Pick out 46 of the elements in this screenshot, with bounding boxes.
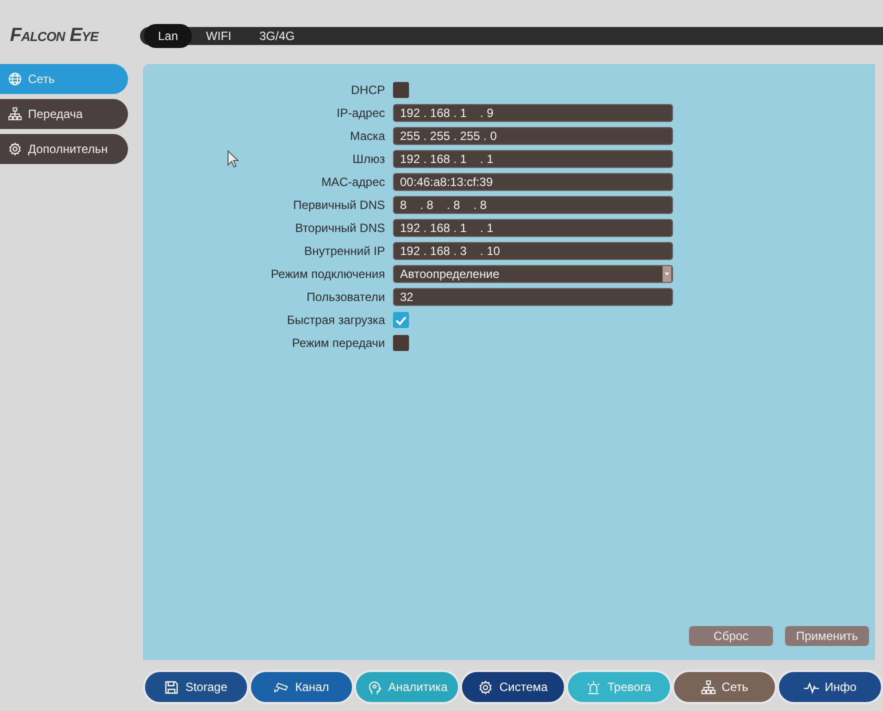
field-label: Шлюз — [352, 152, 385, 166]
tab[interactable]: Lan — [144, 24, 192, 48]
globe-icon — [8, 72, 22, 86]
input-field[interactable]: 192 . 168 . 1 . 1 — [393, 218, 673, 236]
nav-tab[interactable]: Инфо — [777, 670, 883, 704]
input-field[interactable]: 192 . 168 . 1 . 9 — [393, 104, 673, 122]
nav-tab[interactable]: Система — [460, 670, 566, 704]
dropdown[interactable]: Автоопределение — [393, 264, 673, 282]
field-label: Пользователи — [306, 290, 385, 304]
gear-icon — [8, 142, 22, 156]
alarm-lamp-icon — [586, 680, 602, 694]
nav-tab[interactable]: Сеть — [672, 670, 778, 704]
input-field[interactable]: 192 . 168 . 3 . 10 — [393, 242, 673, 260]
input-field[interactable]: 32 — [393, 288, 673, 306]
reset-button[interactable]: Сброс — [689, 626, 773, 646]
field-label: Быстрая загрузка — [287, 312, 385, 326]
field-label: Вторичный DNS — [295, 220, 385, 234]
pulse-icon — [804, 680, 819, 694]
input-field[interactable]: 255 . 255 . 255 . 0 — [393, 126, 673, 144]
field-label: Режим передачи — [292, 336, 385, 350]
nav-tab[interactable]: Storage — [143, 670, 249, 704]
input-field[interactable]: 8 . 8 . 8 . 8 — [393, 196, 673, 214]
gear-icon — [478, 680, 494, 694]
network-icon — [700, 680, 716, 694]
field-label: MAC-адрес — [321, 174, 385, 188]
mouse-pointer-icon — [227, 150, 239, 168]
field-label: Первичный DNS — [293, 198, 385, 212]
field-label: Внутренний IP — [304, 244, 385, 258]
field-label: Режим подключения — [270, 266, 385, 280]
nav-tab[interactable]: Канал — [248, 670, 354, 704]
checkbox[interactable] — [393, 312, 409, 328]
checkbox[interactable] — [393, 334, 409, 350]
input-field[interactable]: 192 . 168 . 1 . 1 — [393, 150, 673, 168]
brand-logo: Falcon Eye — [9, 25, 100, 47]
checkbox[interactable] — [393, 82, 409, 98]
field-label: IP-адрес — [336, 106, 385, 120]
tab[interactable]: WIFI — [192, 24, 246, 48]
field-label: Маска — [350, 128, 385, 142]
head-icon — [367, 680, 382, 694]
tab[interactable]: 3G/4G — [245, 24, 309, 48]
input-field[interactable]: 00:46:a8:13:cf:39 — [393, 172, 673, 190]
sidebar-item[interactable]: Дополнительн — [0, 134, 128, 164]
field-label: DHCP — [350, 82, 385, 96]
apply-button[interactable]: Применить — [785, 626, 869, 646]
sidebar-item[interactable]: Передача — [0, 99, 128, 129]
network-icon — [8, 107, 22, 121]
